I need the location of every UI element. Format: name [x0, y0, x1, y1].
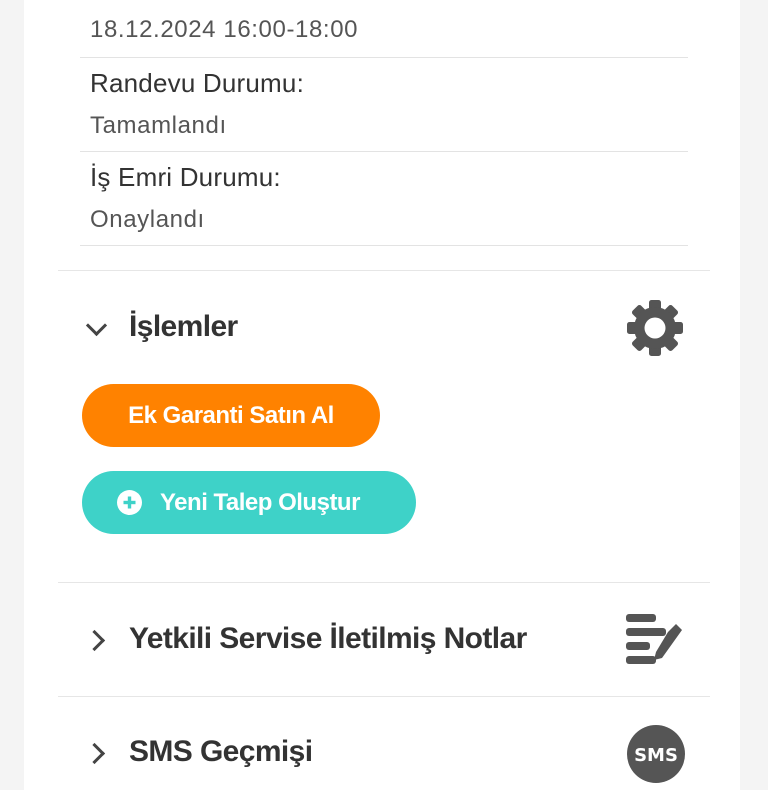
- sms-icon-text: SMS: [634, 745, 678, 766]
- gear-icon[interactable]: [625, 298, 685, 358]
- appointment-status-row: Randevu Durumu: Tamamlandı: [80, 58, 688, 152]
- appointment-date-value: 18.12.2024 16:00-18:00: [90, 16, 359, 43]
- sms-icon[interactable]: SMS: [626, 724, 686, 784]
- notes-edit-icon[interactable]: [624, 612, 686, 668]
- work-order-status-value: Onaylandı: [90, 206, 205, 233]
- new-request-button[interactable]: Yeni Talep Oluştur: [82, 471, 416, 534]
- work-order-status-label: İş Emri Durumu:: [90, 162, 281, 192]
- appointment-status-label: Randevu Durumu:: [90, 68, 304, 98]
- section-divider: [58, 582, 710, 583]
- buy-extended-warranty-button[interactable]: Ek Garanti Satın Al: [82, 384, 380, 447]
- section-divider: [58, 270, 710, 271]
- plus-circle-icon: [117, 490, 142, 515]
- notes-section-title: Yetkili Servise İletilmiş Notlar: [129, 622, 527, 655]
- operations-section-title: İşlemler: [129, 310, 238, 343]
- section-divider: [58, 696, 710, 697]
- sms-section-title: SMS Geçmişi: [129, 735, 313, 768]
- date-row: 18.12.2024 16:00-18:00: [80, 0, 688, 58]
- appointment-status-value: Tamamlandı: [90, 112, 227, 139]
- new-request-label: Yeni Talep Oluştur: [160, 489, 360, 516]
- work-order-status-row: İş Emri Durumu: Onaylandı: [80, 152, 688, 246]
